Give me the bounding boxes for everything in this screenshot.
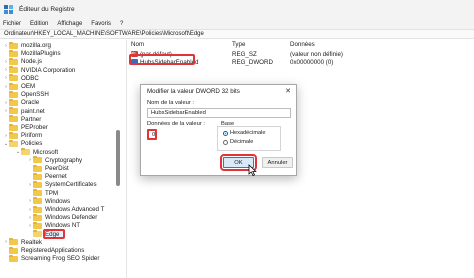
window-title: Éditeur du Registre xyxy=(19,6,75,13)
tree-item-label: Screaming Frog SEO Spider xyxy=(21,255,100,263)
radio-hexadecimal[interactable]: Hexadécimale xyxy=(223,130,265,136)
radio-checked-icon[interactable] xyxy=(223,130,228,136)
value-name-label: Nom de la valeur : xyxy=(147,100,195,106)
menu-edition[interactable]: Edition xyxy=(30,21,48,27)
folder-icon xyxy=(9,131,18,139)
tree-item-label: paint.net xyxy=(21,107,45,115)
folder-icon xyxy=(9,238,18,246)
folder-icon xyxy=(33,164,42,172)
tree-item-label: PeerDist xyxy=(45,165,69,172)
folder-icon xyxy=(9,66,18,74)
menu-bar: Fichier Edition Affichage Favoris ? xyxy=(0,19,474,29)
tree-item-label: Realtek xyxy=(21,238,42,246)
folder-icon xyxy=(33,221,42,229)
tree-item-label: MozillaPlugins xyxy=(21,50,61,58)
folder-icon xyxy=(33,197,42,205)
folder-icon xyxy=(9,115,18,123)
close-icon[interactable]: ✕ xyxy=(285,87,291,95)
radio-hexadecimal-label: Hexadécimale xyxy=(230,130,266,136)
pane-splitter[interactable] xyxy=(126,40,127,278)
menu-help[interactable]: ? xyxy=(120,21,123,27)
menu-fichier[interactable]: Fichier xyxy=(3,21,21,27)
value-data-field[interactable]: 0 xyxy=(147,129,157,140)
column-header-type[interactable]: Type xyxy=(232,41,245,48)
tree-item-label: Windows NT xyxy=(45,222,81,230)
folder-icon xyxy=(9,90,18,98)
tree-item-label: Cryptography xyxy=(45,156,83,164)
radio-unchecked-icon[interactable] xyxy=(223,139,228,145)
registry-editor-icon xyxy=(4,4,14,15)
folder-icon xyxy=(21,148,30,156)
folder-icon xyxy=(33,230,42,238)
value-name-field[interactable]: HubsSidebarEnabled xyxy=(147,108,291,118)
tree-item-label: Peernet xyxy=(45,173,67,181)
folder-icon xyxy=(9,254,18,262)
tree-item-label: OEM xyxy=(21,83,36,90)
folder-icon xyxy=(9,41,18,49)
folder-icon xyxy=(9,57,18,65)
tree-item-label: Node.js xyxy=(21,58,42,66)
menu-favoris[interactable]: Favoris xyxy=(91,21,111,27)
tree-item-label: TPM xyxy=(45,189,59,197)
cancel-button[interactable]: Annuler xyxy=(262,157,293,168)
tree-item-label: NVIDIA Corporation xyxy=(21,66,76,74)
folder-icon xyxy=(33,189,42,197)
value-type: REG_SZ xyxy=(232,51,257,58)
folder-icon xyxy=(33,156,42,164)
radio-decimal[interactable]: Décimale xyxy=(223,139,253,145)
value-data-label: Données de la valeur : xyxy=(147,121,206,127)
column-header-data[interactable]: Données xyxy=(290,41,315,48)
value-highlight xyxy=(129,54,195,65)
folder-icon xyxy=(33,205,42,213)
folder-icon xyxy=(33,213,42,221)
tree-item-label: PEProber xyxy=(21,124,48,131)
tree-item-label: Partner xyxy=(21,115,42,123)
tree-item-label: SystemCertificates xyxy=(45,181,97,189)
title-bar: Éditeur du Registre xyxy=(0,0,474,19)
tree-scrollbar[interactable] xyxy=(116,130,120,186)
radio-decimal-label: Décimale xyxy=(230,139,254,145)
tree-item-label: Windows xyxy=(45,197,71,205)
edit-dword-dialog: Modifier la valeur DWORD 32 bits ✕ Nom d… xyxy=(140,84,297,176)
tree-item-label: Windows Defender xyxy=(45,214,98,222)
folder-icon xyxy=(9,246,18,254)
folder-icon xyxy=(9,139,18,147)
tree-item-label: ODBC xyxy=(21,74,39,82)
folder-icon xyxy=(9,123,18,131)
address-bar[interactable]: Ordinateur\HKEY_LOCAL_MACHINE\SOFTWARE\P… xyxy=(0,29,474,39)
tree-item-label: Piriform xyxy=(21,132,43,140)
tree-item-label: Edge xyxy=(45,230,60,238)
folder-icon xyxy=(9,98,18,106)
tree-item-label: Policies xyxy=(21,140,43,148)
folder-icon xyxy=(9,107,18,115)
value-data: 0x00000000 (0) xyxy=(290,59,334,66)
folder-icon xyxy=(9,82,18,90)
folder-icon xyxy=(33,180,42,188)
tree-item[interactable]: Screaming Frog SEO Spider xyxy=(3,254,99,263)
dialog-title: Modifier la valeur DWORD 32 bits xyxy=(147,88,240,95)
folder-icon xyxy=(9,74,18,82)
value-data: (valeur non définie) xyxy=(290,51,343,58)
registry-tree[interactable]: › mozilla.org MozillaPlugins › Node.js › NVIDI… xyxy=(0,40,126,278)
tree-item-label: Windows Advanced T xyxy=(45,206,105,213)
tree-item-label: RegisteredApplications xyxy=(21,247,85,254)
folder-icon xyxy=(33,172,42,180)
value-type: REG_DWORD xyxy=(232,59,273,66)
column-header-name[interactable]: Nom xyxy=(131,41,144,48)
tree-item-label: OpenSSH xyxy=(21,91,49,99)
menu-affichage[interactable]: Affichage xyxy=(57,21,82,27)
tree-item-label: Oracle xyxy=(21,99,40,107)
values-list-header: Nom Type Données xyxy=(127,40,474,50)
tree-item-label: mozilla.org xyxy=(21,42,51,49)
folder-icon xyxy=(9,49,18,57)
tree-item-label: Microsoft xyxy=(33,148,59,156)
